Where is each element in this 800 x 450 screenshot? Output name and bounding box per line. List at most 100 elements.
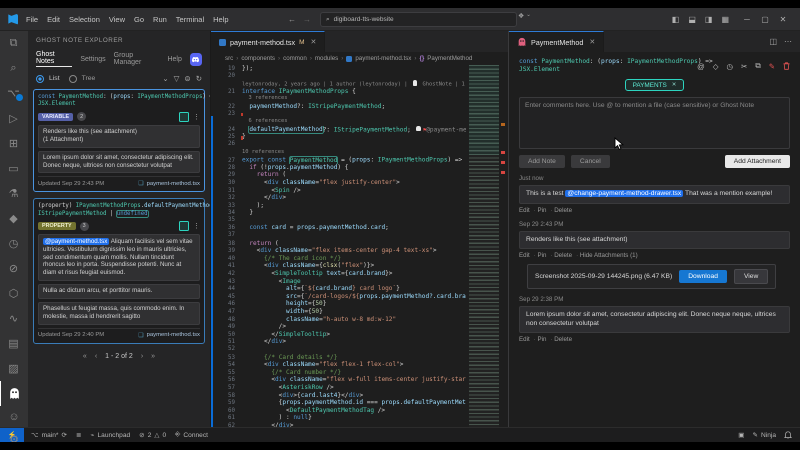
add-note-button[interactable]: Add Note (519, 155, 565, 168)
note-file-link[interactable]: ❑ payment-method.tsx (138, 180, 200, 187)
menu-selection[interactable]: Selection (69, 15, 100, 24)
nav-forward-icon[interactable]: → (303, 15, 311, 24)
code-line[interactable]: 51 </div> (213, 338, 466, 346)
tag-chip[interactable]: PAYMENTS ✕ (625, 79, 685, 91)
delete-link[interactable]: Delete (550, 207, 572, 214)
copy-icon[interactable]: ⧉ (755, 61, 760, 71)
code-line[interactable]: 55 {/* Card number */} (213, 369, 466, 377)
code-line[interactable]: 56 <div className="flex w-full items-cen… (213, 376, 466, 384)
explorer-icon[interactable]: ⧉ (0, 31, 28, 56)
code-line[interactable]: 27export const PaymentMethod = (props: I… (213, 156, 466, 164)
more-actions-icon[interactable]: ⋮ (193, 113, 200, 121)
pin-link[interactable]: Pin (534, 252, 547, 259)
code-line[interactable]: 52 (213, 346, 466, 354)
code-line[interactable]: 37 (213, 232, 466, 240)
collapse-icon[interactable]: ⌄ (162, 74, 168, 83)
hide-icon[interactable]: ⊜ (184, 74, 190, 83)
sidebar-tab-ghost-notes[interactable]: Ghost Notes (36, 51, 72, 67)
first-page-icon[interactable]: « (83, 353, 87, 360)
next-page-icon[interactable]: › (141, 353, 143, 360)
toggle-sidebar-icon[interactable]: ◧ (672, 15, 680, 24)
settings-gear-icon[interactable]: ⚙ (0, 428, 28, 442)
connect-status[interactable]: ⎆ Connect (175, 431, 208, 439)
sidebar-tab-group-manager[interactable]: Group Manager (114, 52, 160, 66)
code-line[interactable]: 50 </SimpleTooltip> (213, 331, 466, 339)
codelens-line[interactable]: leytonroday, 2 years ago | 1 author (ley… (213, 80, 466, 88)
extensions-icon[interactable]: ⊞ (0, 131, 28, 156)
disable-icon[interactable]: ⊘ (0, 256, 28, 281)
mention-icon[interactable]: @ (697, 62, 705, 71)
list-label[interactable]: List (49, 75, 60, 82)
code-line[interactable]: 23 (213, 111, 466, 119)
package-icon[interactable]: ⬡ (0, 281, 28, 306)
code-line[interactable]: 40 {/* The card icon */} (213, 255, 466, 263)
code-line[interactable]: 41 <div className={clsx("flex")}> (213, 262, 466, 270)
code-line[interactable]: 31 <Spin /> (213, 187, 466, 195)
minimize-button[interactable]: ─ (738, 15, 756, 24)
code-line[interactable]: 53 {/* Card details */} (213, 354, 466, 362)
code-line[interactable]: 38 return ( (213, 240, 466, 248)
ninja-status[interactable]: ✎ Ninja (752, 431, 776, 439)
menu-terminal[interactable]: Terminal (176, 15, 204, 24)
close-tab-icon[interactable]: ✕ (311, 38, 317, 46)
more-actions-icon[interactable]: ⋯ (784, 37, 792, 46)
code-line[interactable]: 29 return ( (213, 171, 466, 179)
codelens-line[interactable]: 10 references (213, 149, 466, 157)
ghost-note-icon[interactable] (0, 381, 29, 406)
discord-icon[interactable] (190, 53, 202, 66)
code-line[interactable]: 49 /> (213, 323, 466, 331)
close-button[interactable]: ✕ (774, 15, 792, 24)
code-line[interactable]: 26 (213, 141, 466, 149)
python-icon[interactable]: ∿ (0, 306, 28, 331)
pin-link[interactable]: Pin (534, 336, 547, 343)
customize-layout-icon[interactable]: ▦ (721, 15, 729, 24)
code-line[interactable]: 25} (213, 133, 466, 141)
history-icon[interactable]: ◷ (0, 231, 28, 256)
layers-status[interactable]: ≣ (76, 431, 82, 439)
search-icon[interactable]: ⌕ (0, 56, 28, 81)
add-attachment-button[interactable]: Add Attachment (725, 155, 790, 168)
hide-attachments-link[interactable]: Hide Attachments (1) (576, 252, 638, 259)
diagram-icon[interactable]: ▨ (0, 356, 28, 381)
code-line[interactable]: 57 <AsteriskRow /> (213, 384, 466, 392)
menu-file[interactable]: File (26, 15, 38, 24)
comment-input[interactable] (519, 97, 790, 149)
last-page-icon[interactable]: » (151, 353, 155, 360)
code-line[interactable]: 19}); (213, 65, 466, 73)
scissors-icon[interactable]: ✂ (741, 62, 747, 71)
ghost-note-card[interactable]: const PaymentMethod: (props: IPaymentMet… (33, 89, 205, 192)
code-line[interactable]: 32 </div> (213, 194, 466, 202)
breadcrumb[interactable]: src› components› common› modules› paymen… (211, 52, 508, 65)
menu-go[interactable]: Go (134, 15, 144, 24)
sidebar-tab-settings[interactable]: Settings (80, 56, 105, 63)
code-line[interactable]: 34 } (213, 209, 466, 217)
toggle-panel-icon[interactable]: ⬓ (688, 15, 696, 24)
tab-payment-method[interactable]: payment-method.tsx M ✕ (211, 31, 325, 52)
code-line[interactable]: 59 {props.paymentMethod.id === props.def… (213, 399, 466, 407)
tab-ghost-note-paymentmethod[interactable]: PaymentMethod ✕ (509, 31, 604, 52)
edit-link[interactable]: Edit (519, 207, 530, 214)
code-line[interactable]: 48 className="h-auto w-8 md:w-12" (213, 316, 466, 324)
source-control-icon[interactable]: ⌥ (0, 81, 28, 106)
run-debug-icon[interactable]: ▷ (0, 106, 28, 131)
open-note-icon[interactable] (179, 112, 189, 122)
code-line[interactable]: 46 height={50} (213, 300, 466, 308)
command-center-search[interactable]: ⌕ digiboard-tts-website (320, 12, 517, 27)
edit-link[interactable]: Edit (519, 252, 530, 259)
code-line[interactable]: 28 if (!props.paymentMethod) { (213, 164, 466, 172)
menu-run[interactable]: Run (153, 15, 167, 24)
drop-icon[interactable]: ◆ (0, 206, 28, 231)
nav-back-icon[interactable]: ← (288, 15, 296, 24)
file-mention[interactable]: @payment-method.tsx (43, 238, 109, 245)
database-icon[interactable]: ▤ (0, 331, 28, 356)
testing-icon[interactable]: ⚗ (0, 181, 28, 206)
delete-link[interactable]: Delete (550, 252, 572, 259)
prev-page-icon[interactable]: ‹ (95, 353, 97, 360)
file-mention[interactable]: @change-payment-method-drawer.tsx (565, 190, 683, 197)
tag-icon[interactable]: ◇ (713, 62, 719, 71)
open-note-icon[interactable] (179, 221, 189, 231)
code-line[interactable]: 60 <DefaultPaymentMethodTag /> (213, 407, 466, 415)
notifications-bell-icon[interactable] (784, 431, 792, 440)
tree-label[interactable]: Tree (82, 75, 96, 82)
code-editor[interactable]: 19});20leytonroday, 2 years ago | 1 auth… (213, 65, 466, 427)
